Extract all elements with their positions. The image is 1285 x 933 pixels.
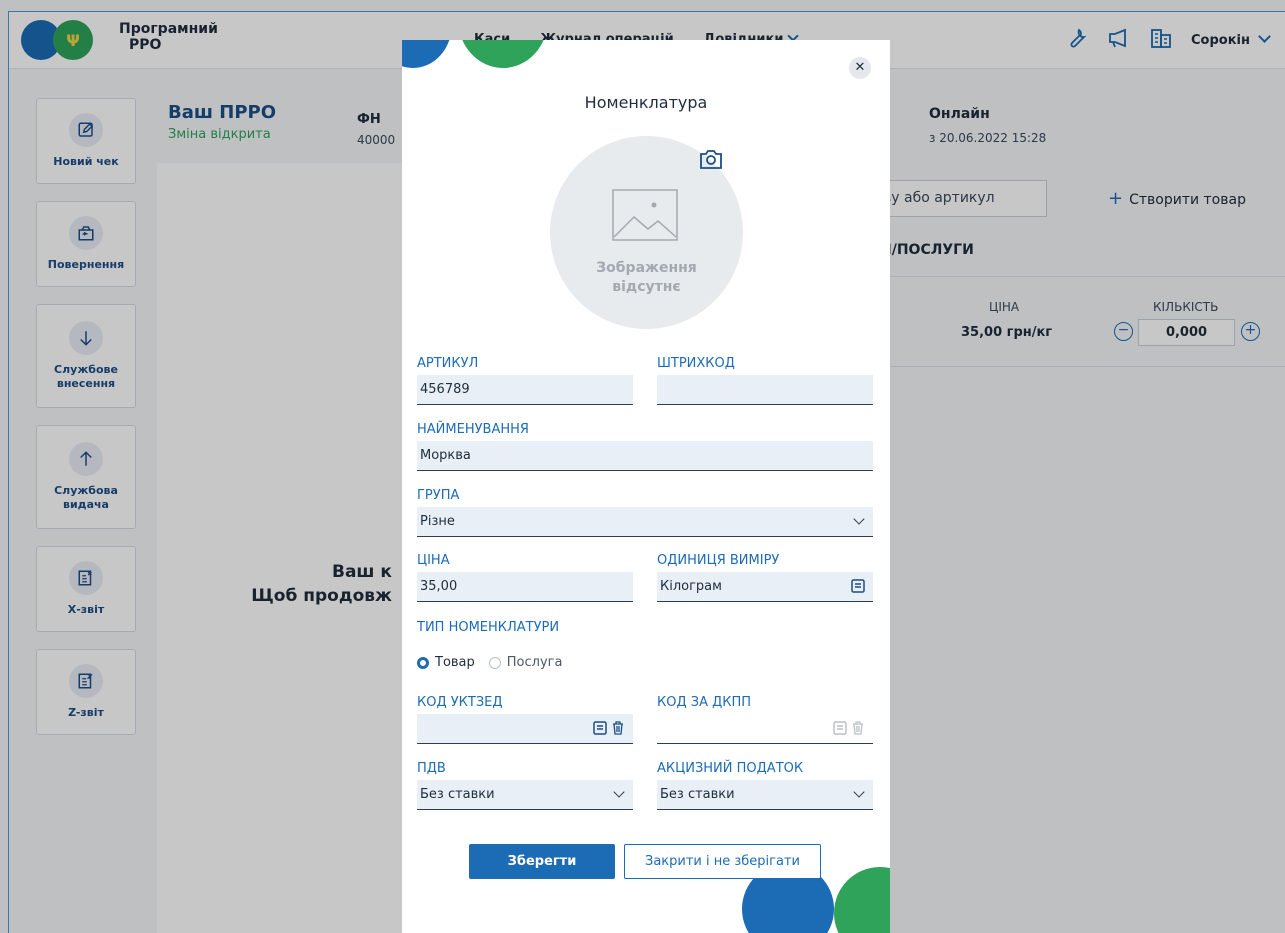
- uktzed-actions: [593, 721, 625, 735]
- group-label: ГРУПА: [417, 488, 460, 503]
- uktzed-label: КОД УКТЗЕД: [417, 695, 503, 710]
- decor-circle: [834, 867, 890, 933]
- dkpp-field[interactable]: [657, 714, 873, 744]
- vat-value: Без ставки: [420, 787, 495, 802]
- unit-field[interactable]: Кілограм: [657, 572, 873, 602]
- chevron-down-icon: [613, 786, 625, 798]
- list-select-icon[interactable]: [593, 721, 607, 735]
- dialog-title: Номенклатура: [584, 93, 708, 112]
- type-label: ТИП НОМЕНКЛАТУРИ: [417, 620, 560, 635]
- radio-goods[interactable]: [417, 656, 429, 669]
- price-field[interactable]: 35,00: [417, 572, 633, 602]
- radio-goods-label: Товар: [435, 655, 475, 670]
- name-label: НАЙМЕНУВАННЯ: [417, 422, 529, 437]
- type-radio-group: Товар Послуга: [417, 655, 562, 670]
- group-select[interactable]: Різне: [417, 507, 873, 537]
- image-icon: [612, 189, 678, 241]
- excise-label: АКЦИЗНИЙ ПОДАТОК: [657, 761, 804, 776]
- chevron-down-icon: [853, 513, 865, 525]
- save-button[interactable]: Зберегти: [469, 844, 615, 879]
- decor-circle: [458, 40, 548, 68]
- trash-icon[interactable]: [851, 721, 865, 735]
- nomenclature-dialog: ✕ Номенклатура Зображення відсутнє АРТИК…: [402, 40, 890, 933]
- dkpp-actions: [833, 721, 865, 735]
- uktzed-field[interactable]: [417, 714, 633, 744]
- radio-service-label: Послуга: [506, 655, 563, 670]
- chevron-down-icon: [853, 786, 865, 798]
- close-without-saving-button[interactable]: Закрити і не зберігати: [624, 844, 821, 879]
- excise-select[interactable]: Без ставки: [657, 780, 873, 810]
- vat-select[interactable]: Без ставки: [417, 780, 633, 810]
- unit-value: Кілограм: [660, 579, 722, 594]
- vat-label: ПДВ: [417, 761, 446, 776]
- dkpp-label: КОД ЗА ДКПП: [657, 695, 752, 710]
- radio-service[interactable]: [488, 656, 501, 669]
- no-image-line2: відсутнє: [612, 279, 681, 295]
- excise-value: Без ставки: [660, 787, 735, 802]
- article-label: АРТИКУЛ: [417, 356, 479, 371]
- close-icon[interactable]: ✕: [849, 57, 871, 79]
- decor-circle: [402, 40, 452, 68]
- no-image-line1: Зображення: [596, 260, 697, 276]
- barcode-label: ШТРИХКОД: [657, 356, 735, 371]
- list-select-icon[interactable]: [833, 721, 847, 735]
- trash-icon[interactable]: [611, 721, 625, 735]
- article-field[interactable]: 456789: [417, 375, 633, 405]
- unit-label: ОДИНИЦЯ ВИМІРУ: [657, 553, 780, 568]
- camera-icon[interactable]: [699, 148, 723, 170]
- group-value: Різне: [420, 514, 455, 529]
- list-select-icon[interactable]: [851, 579, 865, 593]
- name-field[interactable]: Морква: [417, 441, 873, 471]
- barcode-field[interactable]: [657, 375, 873, 405]
- no-image-text: Зображення відсутнє: [550, 259, 743, 297]
- price-label: ЦІНА: [417, 553, 450, 568]
